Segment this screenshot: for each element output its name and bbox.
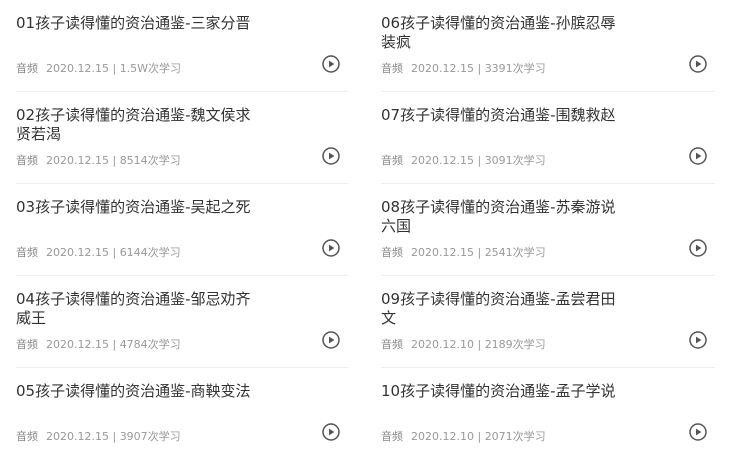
episode-item[interactable]: 02孩子读得懂的资治通鉴-魏文侯求贤若渴 音频 2020.12.15 | 8514… [0,92,365,184]
meta-separator: | [473,62,485,75]
episode-item-body: 10孩子读得懂的资治通鉴-孟子学说 音频 2020.12.10 | 2071次学习 [381,368,715,460]
meta-separator: | [108,154,120,167]
play-circle-icon[interactable] [322,55,340,73]
episode-date: 2020.12.15 [411,246,474,259]
episode-type: 音频 [381,246,403,259]
episode-type: 音频 [16,430,38,443]
episode-title[interactable]: 06孩子读得懂的资治通鉴-孙膑忍辱装疯 [381,14,616,52]
play-circle-icon[interactable] [322,423,340,441]
episode-meta: 音频 2020.12.15 | 6144次学习 [16,246,181,260]
episode-plays: 4784次学习 [119,338,181,351]
episode-title[interactable]: 10孩子读得懂的资治通鉴-孟子学说 [381,382,616,420]
meta-separator: | [108,62,120,75]
episode-plays: 3391次学习 [484,62,546,75]
episode-date: 2020.12.10 [411,338,474,351]
episode-item-body: 04孩子读得懂的资治通鉴-邹忌劝齐威王 音频 2020.12.15 | 4784次… [16,276,348,368]
episode-item[interactable]: 01孩子读得懂的资治通鉴-三家分晋 音频 2020.12.15 | 1.5W次学习 [0,0,365,92]
episode-meta: 音频 2020.12.15 | 3907次学习 [16,430,181,444]
episode-title[interactable]: 08孩子读得懂的资治通鉴-苏秦游说六国 [381,198,616,236]
episode-title[interactable]: 07孩子读得懂的资治通鉴-围魏救赵 [381,106,616,144]
episode-title[interactable]: 01孩子读得懂的资治通鉴-三家分晋 [16,14,251,52]
play-circle-icon[interactable] [689,423,707,441]
play-circle-icon[interactable] [689,147,707,165]
episode-item[interactable]: 03孩子读得懂的资治通鉴-吴起之死 音频 2020.12.15 | 6144次学习 [0,184,365,276]
episode-date: 2020.12.15 [411,154,474,167]
episode-item[interactable]: 06孩子读得懂的资治通鉴-孙膑忍辱装疯 音频 2020.12.15 | 3391次… [365,0,730,92]
episode-item[interactable]: 08孩子读得懂的资治通鉴-苏秦游说六国 音频 2020.12.15 | 2541次… [365,184,730,276]
episode-date: 2020.12.15 [46,246,109,259]
episode-meta: 音频 2020.12.15 | 3091次学习 [381,154,546,168]
episode-item[interactable]: 04孩子读得懂的资治通鉴-邹忌劝齐威王 音频 2020.12.15 | 4784次… [0,276,365,368]
episode-type: 音频 [16,62,38,75]
episode-date: 2020.12.15 [46,338,109,351]
episode-date: 2020.12.15 [46,430,109,443]
episode-item-body: 06孩子读得懂的资治通鉴-孙膑忍辱装疯 音频 2020.12.15 | 3391次… [381,0,715,92]
episode-plays: 3091次学习 [484,154,546,167]
episode-plays: 1.5W次学习 [119,62,182,75]
episode-item[interactable]: 07孩子读得懂的资治通鉴-围魏救赵 音频 2020.12.15 | 3091次学习 [365,92,730,184]
episode-plays: 2189次学习 [484,338,546,351]
episode-item-body: 01孩子读得懂的资治通鉴-三家分晋 音频 2020.12.15 | 1.5W次学习 [16,0,348,92]
episode-plays: 8514次学习 [119,154,181,167]
episode-list: 01孩子读得懂的资治通鉴-三家分晋 音频 2020.12.15 | 1.5W次学习… [0,0,730,460]
episode-item-body: 05孩子读得懂的资治通鉴-商鞅变法 音频 2020.12.15 | 3907次学习 [16,368,348,460]
episode-meta: 音频 2020.12.15 | 1.5W次学习 [16,62,181,76]
episode-plays: 2541次学习 [484,246,546,259]
episode-item-body: 08孩子读得懂的资治通鉴-苏秦游说六国 音频 2020.12.15 | 2541次… [381,184,715,276]
episode-plays: 3907次学习 [119,430,181,443]
episode-plays: 2071次学习 [484,430,546,443]
episode-title[interactable]: 09孩子读得懂的资治通鉴-孟尝君田文 [381,290,616,328]
meta-separator: | [108,430,120,443]
episode-meta: 音频 2020.12.15 | 2541次学习 [381,246,546,260]
episode-date: 2020.12.15 [411,62,474,75]
episode-title[interactable]: 03孩子读得懂的资治通鉴-吴起之死 [16,198,251,236]
episode-date: 2020.12.15 [46,62,109,75]
episode-item[interactable]: 10孩子读得懂的资治通鉴-孟子学说 音频 2020.12.10 | 2071次学习 [365,368,730,460]
episode-item[interactable]: 05孩子读得懂的资治通鉴-商鞅变法 音频 2020.12.15 | 3907次学习 [0,368,365,460]
meta-separator: | [108,246,120,259]
play-circle-icon[interactable] [689,331,707,349]
episode-meta: 音频 2020.12.15 | 4784次学习 [16,338,181,352]
episode-title[interactable]: 05孩子读得懂的资治通鉴-商鞅变法 [16,382,251,420]
episode-date: 2020.12.10 [411,430,474,443]
meta-separator: | [108,338,120,351]
episode-meta: 音频 2020.12.15 | 3391次学习 [381,62,546,76]
episode-item-body: 03孩子读得懂的资治通鉴-吴起之死 音频 2020.12.15 | 6144次学习 [16,184,348,276]
episode-item-body: 09孩子读得懂的资治通鉴-孟尝君田文 音频 2020.12.10 | 2189次学… [381,276,715,368]
episode-type: 音频 [381,154,403,167]
episode-type: 音频 [381,338,403,351]
episode-item-body: 07孩子读得懂的资治通鉴-围魏救赵 音频 2020.12.15 | 3091次学习 [381,92,715,184]
episode-date: 2020.12.15 [46,154,109,167]
episode-type: 音频 [16,338,38,351]
meta-separator: | [473,246,485,259]
episode-type: 音频 [16,154,38,167]
episode-type: 音频 [16,246,38,259]
play-circle-icon[interactable] [322,331,340,349]
meta-separator: | [473,338,485,351]
play-circle-icon[interactable] [322,147,340,165]
episode-item[interactable]: 09孩子读得懂的资治通鉴-孟尝君田文 音频 2020.12.10 | 2189次学… [365,276,730,368]
play-circle-icon[interactable] [689,239,707,257]
episode-item-body: 02孩子读得懂的资治通鉴-魏文侯求贤若渴 音频 2020.12.15 | 8514… [16,92,348,184]
play-circle-icon[interactable] [322,239,340,257]
meta-separator: | [473,430,485,443]
episode-plays: 6144次学习 [119,246,181,259]
episode-type: 音频 [381,430,403,443]
episode-title[interactable]: 04孩子读得懂的资治通鉴-邹忌劝齐威王 [16,290,251,328]
episode-type: 音频 [381,62,403,75]
meta-separator: | [473,154,485,167]
episode-meta: 音频 2020.12.10 | 2071次学习 [381,430,546,444]
episode-title[interactable]: 02孩子读得懂的资治通鉴-魏文侯求贤若渴 [16,106,251,144]
play-circle-icon[interactable] [689,55,707,73]
episode-meta: 音频 2020.12.10 | 2189次学习 [381,338,546,352]
episode-meta: 音频 2020.12.15 | 8514次学习 [16,154,181,168]
